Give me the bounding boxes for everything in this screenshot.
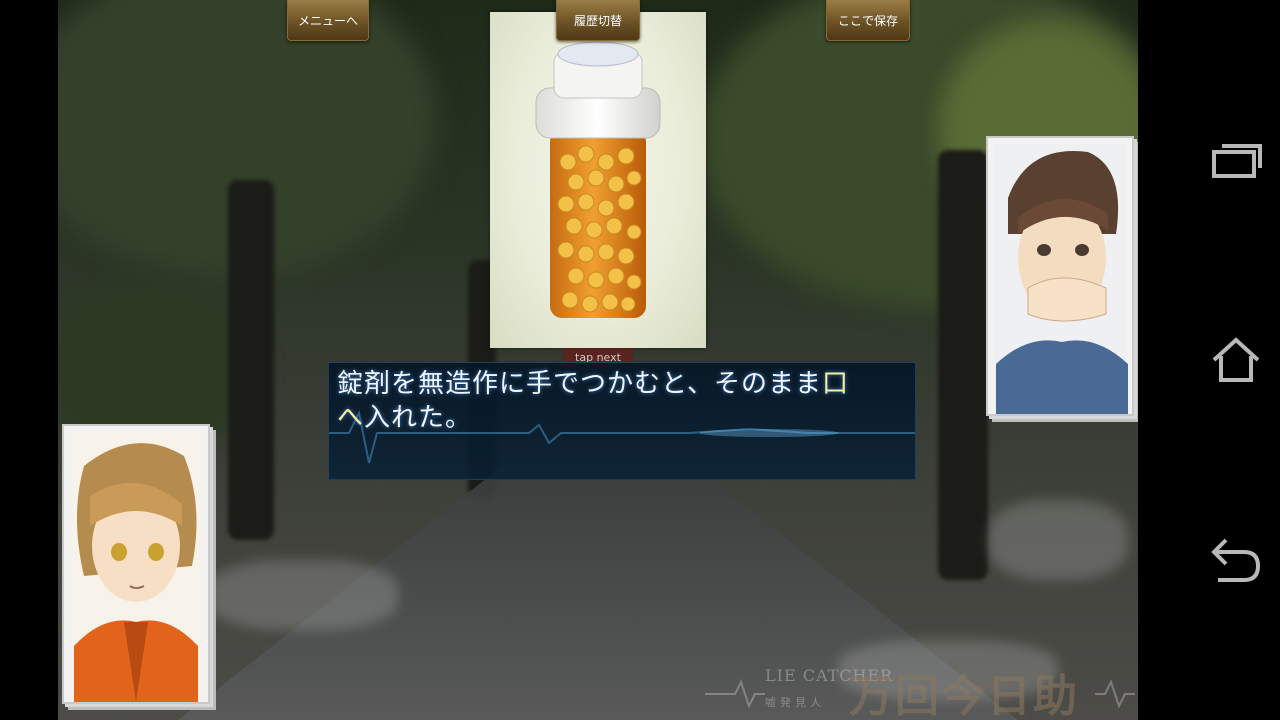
recent-apps-icon[interactable] (1208, 132, 1264, 188)
light-patch (208, 560, 398, 630)
dialogue-highlight-2: へ (337, 403, 365, 433)
dialogue-highlight-1: 口 (821, 369, 849, 399)
character-portrait-left[interactable] (62, 424, 210, 704)
logo-title: 万回今日助 (849, 671, 1079, 720)
dialogue-line2: 入れた。 (364, 403, 473, 433)
home-icon[interactable] (1208, 332, 1264, 388)
save-here-button[interactable]: ここで保存 (826, 0, 910, 41)
game-logo: LIE CATCHER 嘘発見人 万回今日助 (705, 660, 1135, 720)
pill-bottle-image (490, 12, 706, 348)
history-toggle-button[interactable]: 履歴切替 (556, 0, 640, 41)
dialogue-text: 錠剤を無造作に手でつかむと、そのまま口 へ入れた。 (337, 367, 907, 435)
system-navigation-bar (1138, 0, 1280, 720)
light-patch (988, 500, 1128, 580)
game-scene[interactable]: メニューへ 履歴切替 ここで保存 tap next 錠剤を無造作に手でつかむと、… (58, 0, 1138, 720)
menu-button[interactable]: メニューへ (287, 0, 369, 41)
back-icon[interactable] (1208, 532, 1264, 588)
tree-trunk (228, 180, 274, 540)
character-portrait-right[interactable] (986, 136, 1134, 416)
tree-trunk (938, 150, 988, 580)
dialogue-line1: 錠剤を無造作に手でつかむと、そのまま (337, 369, 822, 399)
logo-subtitle: 嘘発見人 (765, 696, 825, 709)
message-window[interactable]: 錠剤を無造作に手でつかむと、そのまま口 へ入れた。 (328, 362, 916, 480)
